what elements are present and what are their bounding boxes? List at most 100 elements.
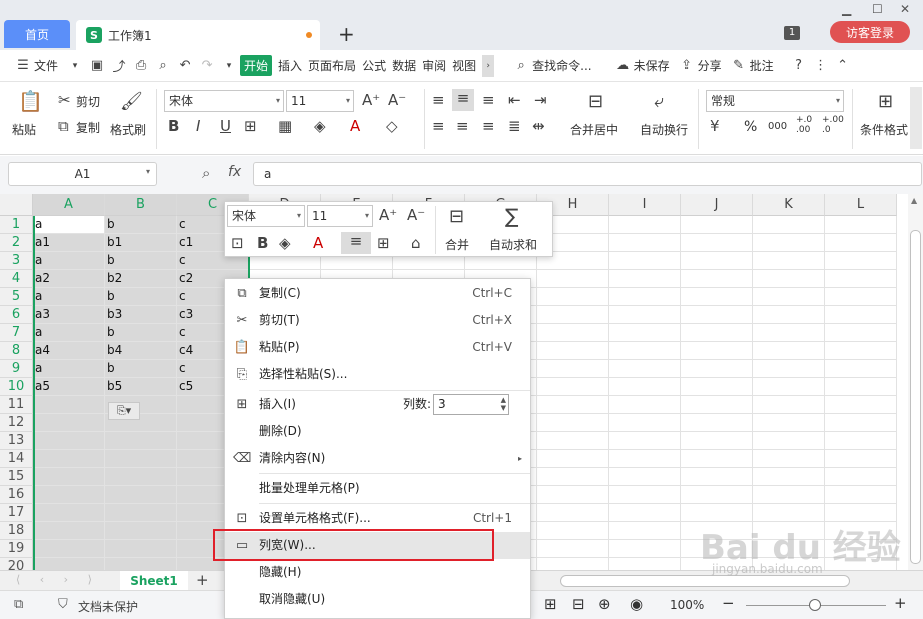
cell-a1[interactable]: a [33, 216, 105, 234]
cell-a17[interactable] [33, 504, 105, 522]
paste-button[interactable]: 粘贴 [12, 121, 36, 138]
mini-font-shrink-icon[interactable]: A⁻ [407, 206, 425, 224]
cell-a19[interactable] [33, 540, 105, 558]
copy-button[interactable]: 复制 [76, 119, 100, 136]
menu-item-paste-special[interactable]: ⎘ 选择性粘贴(S)... [225, 361, 530, 388]
cell-k4[interactable] [753, 270, 825, 288]
menu-item-delete[interactable]: 删除(D) [225, 418, 530, 445]
cell-a3[interactable]: a [33, 252, 105, 270]
cell-j14[interactable] [681, 450, 753, 468]
cell-i5[interactable] [609, 288, 681, 306]
menu-item-unhide[interactable]: 取消隐藏(U) [225, 586, 530, 613]
cell-i7[interactable] [609, 324, 681, 342]
sheet-tab-sheet1[interactable]: Sheet1 [120, 571, 188, 591]
hamburger-icon[interactable]: ☰ [12, 55, 34, 77]
paste-icon[interactable]: 📋 [18, 89, 43, 113]
sheet-nav-icon[interactable]: ⟨ ‹ › ⟩ [16, 573, 100, 586]
cell-l6[interactable] [825, 306, 897, 324]
cell-j12[interactable] [681, 414, 753, 432]
menu-item-batch-process[interactable]: 批量处理单元格(P) [225, 475, 530, 502]
distribute-icon[interactable]: ⇹ [532, 117, 545, 135]
sigma-icon[interactable]: ∑ [505, 204, 518, 228]
menu-formula[interactable]: 公式 [362, 57, 386, 74]
cell-a9[interactable]: a [33, 360, 105, 378]
cell-k12[interactable] [753, 414, 825, 432]
cell-b8[interactable]: b4 [105, 342, 177, 360]
cell-l7[interactable] [825, 324, 897, 342]
cell-h9[interactable] [537, 360, 609, 378]
cell-k9[interactable] [753, 360, 825, 378]
cell-l4[interactable] [825, 270, 897, 288]
share-button[interactable]: 分享 [698, 57, 722, 74]
cell-i12[interactable] [609, 414, 681, 432]
row-header-20[interactable]: 20 [0, 558, 33, 570]
cell-i6[interactable] [609, 306, 681, 324]
column-count-input[interactable]: 3 ▲ ▼ [433, 394, 509, 415]
fx-icon[interactable]: fx [228, 164, 241, 180]
row-header-17[interactable]: 17 [0, 504, 33, 522]
save-icon[interactable]: ▣ [86, 55, 108, 77]
column-header-i[interactable]: I [609, 194, 681, 216]
mini-merge-icon[interactable]: ⊟ [449, 206, 464, 227]
cell-h7[interactable] [537, 324, 609, 342]
paste-options-icon[interactable]: ⎘▾ [108, 402, 140, 420]
cell-l3[interactable] [825, 252, 897, 270]
cell-i8[interactable] [609, 342, 681, 360]
cell-b18[interactable] [105, 522, 177, 540]
cell-h15[interactable] [537, 468, 609, 486]
cell-l2[interactable] [825, 234, 897, 252]
cell-a2[interactable]: a1 [33, 234, 105, 252]
column-header-a[interactable]: A [33, 194, 105, 216]
menu-data[interactable]: 数据 [392, 57, 416, 74]
column-header-b[interactable]: B [105, 194, 177, 216]
cell-a8[interactable]: a4 [33, 342, 105, 360]
cell-i15[interactable] [609, 468, 681, 486]
menu-item-clear-contents[interactable]: ⌫ 清除内容(N) ▸ [225, 445, 530, 472]
scroll-up-icon[interactable]: ▲ [911, 196, 917, 205]
cell-j2[interactable] [681, 234, 753, 252]
cell-j15[interactable] [681, 468, 753, 486]
row-header-11[interactable]: 11 [0, 396, 33, 414]
cell-h4[interactable] [537, 270, 609, 288]
align-top-icon[interactable]: ≡ [432, 91, 445, 109]
cell-a5[interactable]: a [33, 288, 105, 306]
cell-k2[interactable] [753, 234, 825, 252]
page-break-view-icon[interactable]: ⊕ [598, 595, 611, 613]
cell-b20[interactable] [105, 558, 177, 570]
cell-i10[interactable] [609, 378, 681, 396]
mini-font-color-icon[interactable]: A [313, 234, 323, 252]
cell-k15[interactable] [753, 468, 825, 486]
cell-b7[interactable]: b [105, 324, 177, 342]
minimize-icon[interactable]: ▁ [842, 2, 851, 16]
ribbon-scroll-right[interactable] [910, 87, 922, 149]
cell-b3[interactable]: b [105, 252, 177, 270]
cell-a7[interactable]: a [33, 324, 105, 342]
cell-h8[interactable] [537, 342, 609, 360]
close-icon[interactable]: ✕ [900, 2, 910, 16]
cell-j7[interactable] [681, 324, 753, 342]
cell-j9[interactable] [681, 360, 753, 378]
zoom-out-icon[interactable]: − [722, 594, 735, 612]
help-icon[interactable]: ? [788, 55, 810, 77]
unsaved-button[interactable]: 未保存 [634, 57, 670, 74]
print-preview-icon[interactable]: ⌕ [152, 55, 174, 77]
redo-icon[interactable]: ↷ [196, 55, 218, 77]
align-center-icon[interactable]: ≡ [456, 117, 469, 135]
cell-b15[interactable] [105, 468, 177, 486]
add-sheet-button[interactable]: + [196, 571, 209, 589]
cell-k8[interactable] [753, 342, 825, 360]
new-tab-button[interactable]: + [338, 22, 355, 46]
column-header-j[interactable]: J [681, 194, 753, 216]
number-format-select[interactable]: 常规 ▾ [706, 90, 844, 112]
cell-h11[interactable] [537, 396, 609, 414]
row-header-6[interactable]: 6 [0, 306, 33, 324]
cell-j10[interactable] [681, 378, 753, 396]
italic-icon[interactable]: I [196, 117, 200, 135]
cell-i9[interactable] [609, 360, 681, 378]
cell-j16[interactable] [681, 486, 753, 504]
cell-h6[interactable] [537, 306, 609, 324]
row-header-15[interactable]: 15 [0, 468, 33, 486]
zoom-level[interactable]: 100% [670, 598, 704, 612]
row-header-3[interactable]: 3 [0, 252, 33, 270]
merge-center-icon[interactable]: ⊟ [588, 91, 603, 112]
